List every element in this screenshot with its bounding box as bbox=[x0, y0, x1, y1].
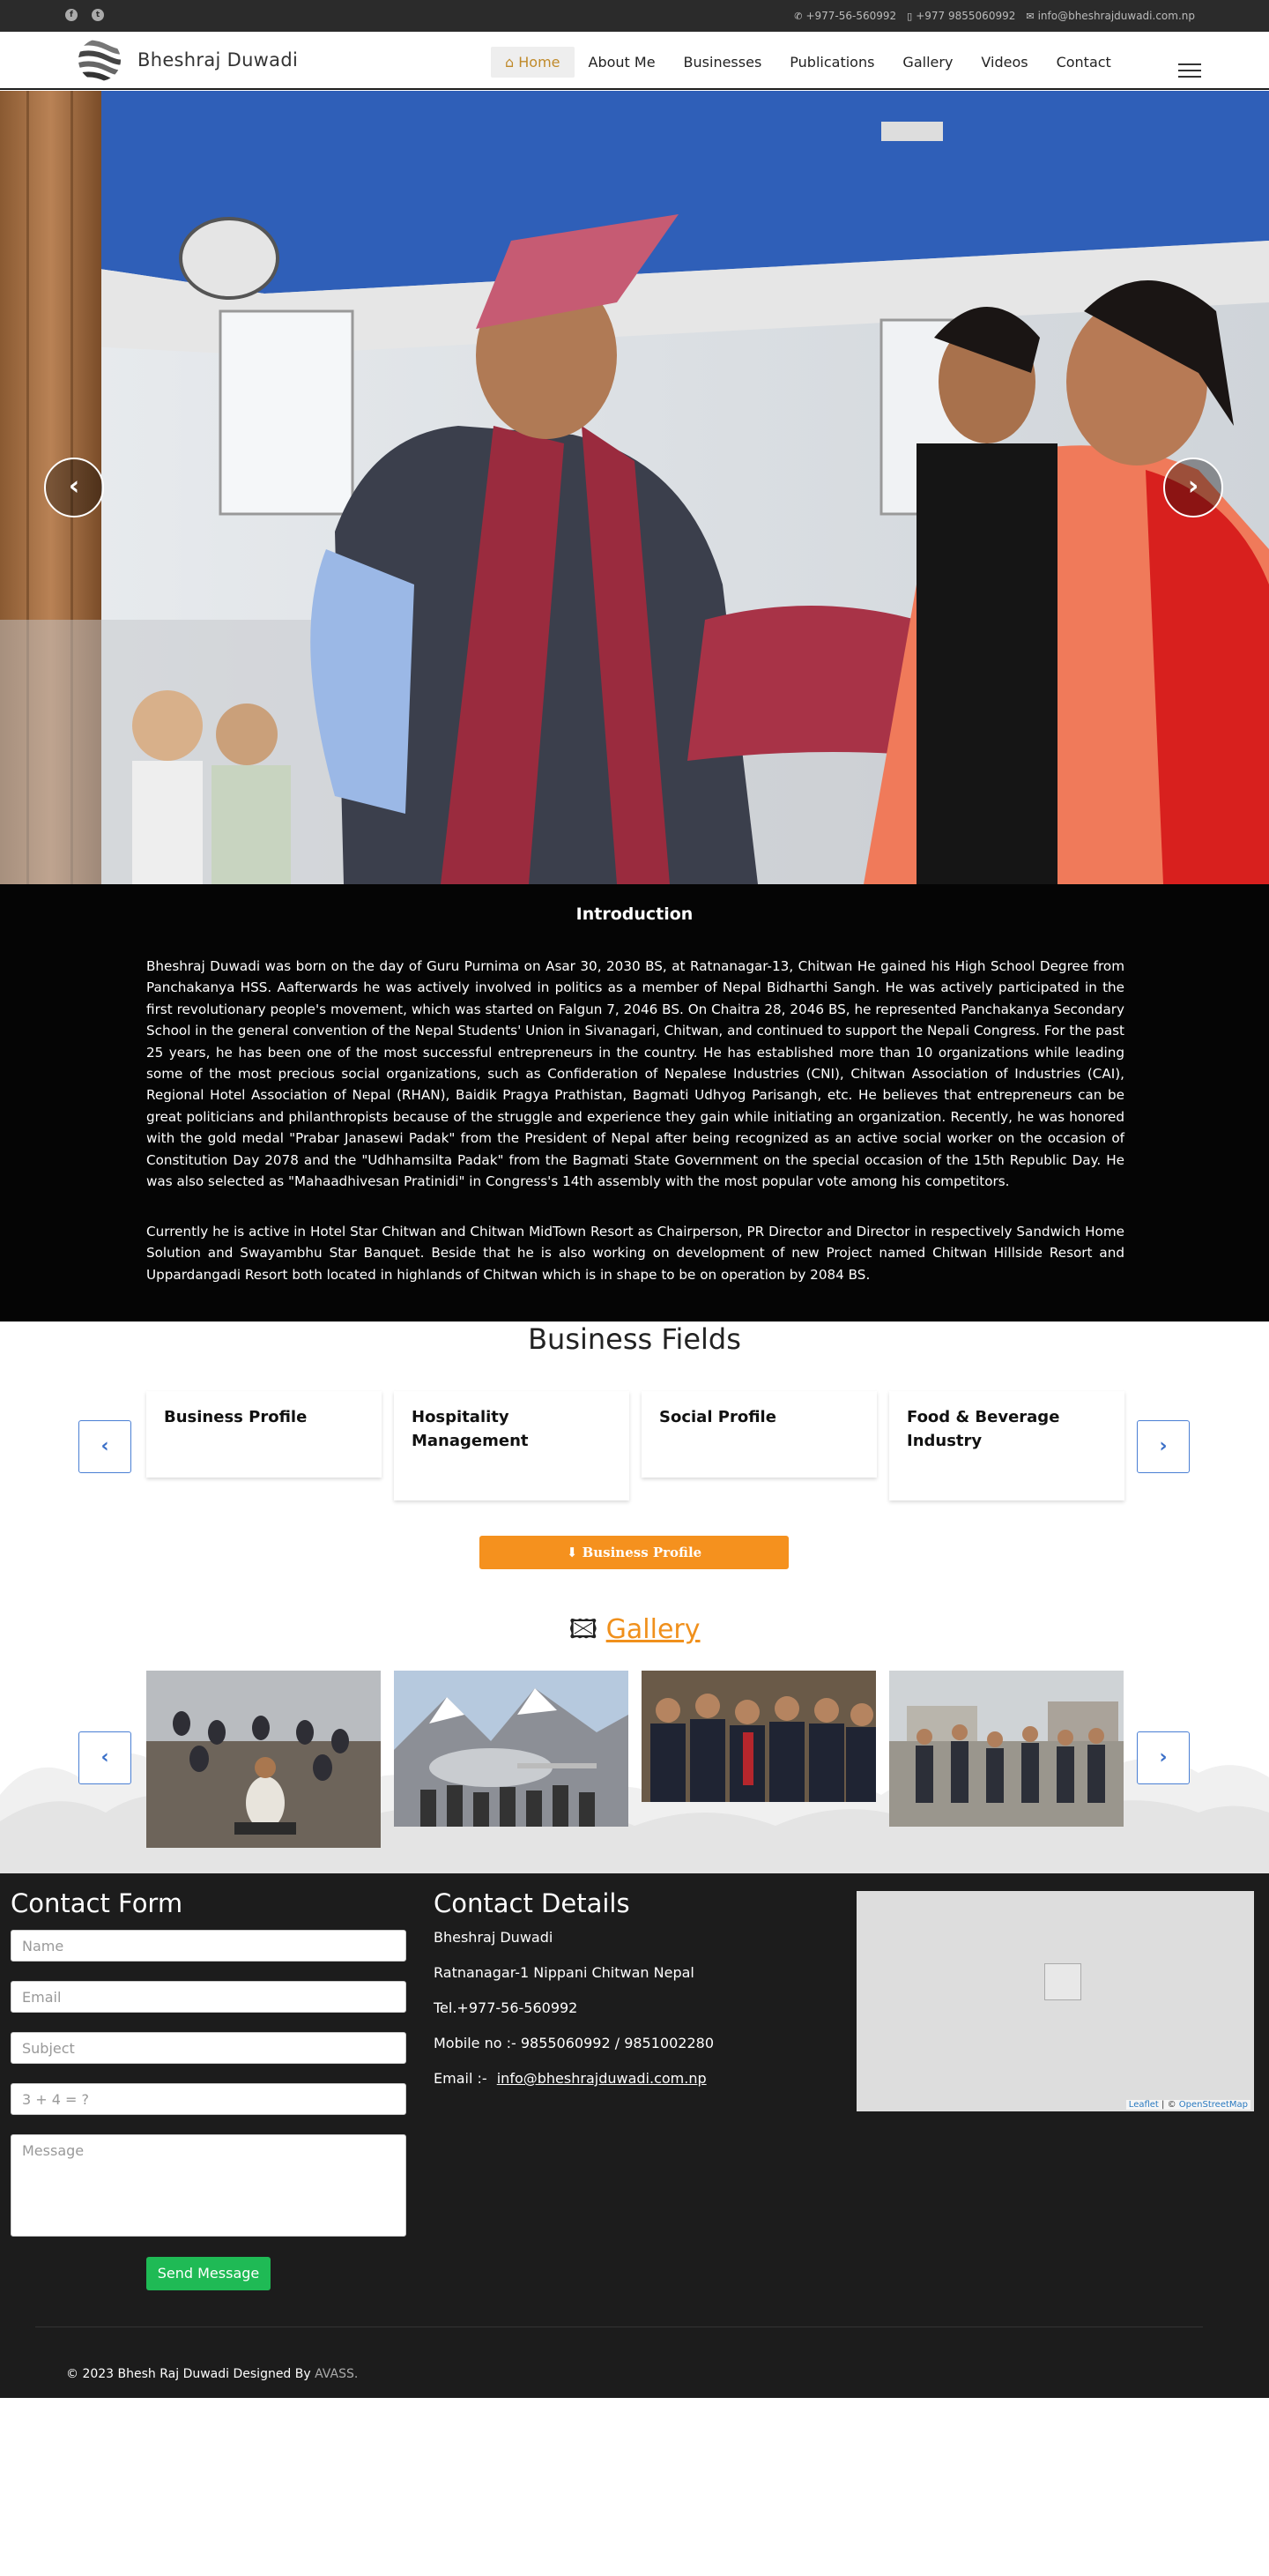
business-card-title: Food & Beverage Industry bbox=[907, 1408, 1060, 1450]
gallery-title-text: Gallery bbox=[605, 1614, 701, 1645]
download-icon: ⬇ bbox=[566, 1545, 583, 1560]
osm-link[interactable]: OpenStreetMap bbox=[1179, 2100, 1248, 2110]
footer-copyright: © 2023 Bhesh Raj Duwadi Designed By AVAS… bbox=[66, 2367, 358, 2381]
business-card-title: Hospitality Management bbox=[412, 1408, 529, 1450]
mail-icon: ✉ bbox=[1026, 11, 1035, 22]
menu-item-contact[interactable]: Contact bbox=[1043, 47, 1125, 78]
chevron-right-icon: › bbox=[1159, 1435, 1168, 1457]
download-button-label: Business Profile bbox=[582, 1545, 702, 1560]
introduction-paragraph-1: Bheshraj Duwadi was born on the day of G… bbox=[146, 958, 1124, 1190]
menu-label-home: Home bbox=[518, 54, 560, 71]
contact-name: Bheshraj Duwadi bbox=[434, 1929, 553, 1946]
footer: © 2023 Bhesh Raj Duwadi Designed By AVAS… bbox=[0, 2327, 1269, 2398]
home-icon: ⌂ bbox=[505, 54, 519, 71]
logo-mark-icon bbox=[78, 40, 121, 81]
contact-details-title: Contact Details bbox=[434, 1888, 630, 1918]
menu-item-gallery[interactable]: Gallery bbox=[888, 47, 967, 78]
message-textarea[interactable]: Message bbox=[11, 2134, 406, 2237]
top-mobile[interactable]: ▯ +977 9855060992 bbox=[907, 10, 1015, 22]
social-links: f t bbox=[65, 9, 104, 21]
gallery-prev-button[interactable]: ‹ bbox=[78, 1731, 131, 1784]
gallery-image-2[interactable] bbox=[394, 1671, 628, 1827]
business-card-hospitality[interactable]: Hospitality Management bbox=[394, 1391, 629, 1500]
top-phone-text: +977-56-560992 bbox=[805, 10, 897, 22]
business-card-food-beverage[interactable]: Food & Beverage Industry bbox=[889, 1391, 1124, 1500]
brand-logo[interactable]: Bheshraj Duwadi bbox=[72, 37, 298, 83]
business-prev-button[interactable]: ‹ bbox=[78, 1420, 131, 1473]
menu-item-about[interactable]: About Me bbox=[575, 47, 670, 78]
top-email[interactable]: ✉ info@bheshrajduwadi.com.np bbox=[1026, 10, 1195, 22]
hero-carousel: ‹ › bbox=[0, 91, 1269, 884]
introduction-paragraph-2: Currently he is active in Hotel Star Chi… bbox=[146, 1224, 1124, 1283]
menu-item-videos[interactable]: Videos bbox=[967, 47, 1042, 78]
footer-designer-link[interactable]: AVASS. bbox=[315, 2367, 358, 2381]
top-phone[interactable]: ✆ +977-56-560992 bbox=[794, 10, 896, 22]
contact-mobile: Mobile no :- 9855060992 / 9851002280 bbox=[434, 2035, 714, 2051]
phone-icon: ✆ bbox=[794, 11, 803, 22]
location-map[interactable]: Leaflet | © OpenStreetMap bbox=[857, 1891, 1254, 2111]
leaflet-link[interactable]: Leaflet bbox=[1129, 2100, 1159, 2110]
hero-next-button[interactable]: › bbox=[1163, 458, 1223, 517]
top-mobile-text: +977 9855060992 bbox=[916, 10, 1016, 22]
map-marker-icon[interactable] bbox=[1044, 1963, 1081, 2000]
send-message-button[interactable]: Send Message bbox=[146, 2257, 271, 2290]
gallery-next-button[interactable]: › bbox=[1137, 1731, 1190, 1784]
chevron-left-icon: ‹ bbox=[68, 471, 80, 502]
contact-email-row: Email :- info@bheshrajduwadi.com.np bbox=[434, 2070, 707, 2087]
captcha-input[interactable]: 3 + 4 = ? bbox=[11, 2083, 406, 2115]
top-contacts: ✆ +977-56-560992 ▯ +977 9855060992 ✉ info@b… bbox=[794, 10, 1195, 22]
business-fields-title: Business Fields bbox=[528, 1322, 741, 1356]
hero-prev-button[interactable]: ‹ bbox=[44, 458, 104, 517]
attribution-separator: | © bbox=[1161, 2100, 1176, 2110]
mobile-icon: ▯ bbox=[907, 11, 913, 22]
top-bar: f t ✆ +977-56-560992 ▯ +977 9855060992 ✉ in… bbox=[0, 0, 1269, 32]
contact-email-label: Email :- bbox=[434, 2070, 487, 2087]
menu-item-publications[interactable]: Publications bbox=[776, 47, 888, 78]
gallery-image-1[interactable] bbox=[146, 1671, 381, 1848]
email-input[interactable]: Email bbox=[11, 1981, 406, 2013]
facebook-icon[interactable]: f bbox=[65, 9, 78, 21]
map-attribution: Leaflet | © OpenStreetMap bbox=[1125, 2100, 1250, 2110]
main-menu: ⌂ Home About Me Businesses Publications … bbox=[491, 47, 1125, 78]
hamburger-menu-icon[interactable] bbox=[1178, 63, 1201, 79]
business-profile-download-button[interactable]: ⬇ Business Profile bbox=[479, 1536, 789, 1569]
gallery-title[interactable]: 🖾 Gallery bbox=[0, 1610, 1269, 1655]
twitter-icon[interactable]: t bbox=[92, 9, 104, 21]
footer-text: © 2023 Bhesh Raj Duwadi Designed By bbox=[66, 2367, 311, 2381]
top-email-text: info@bheshrajduwadi.com.np bbox=[1037, 10, 1195, 22]
contact-address: Ratnanagar-1 Nippani Chitwan Nepal bbox=[434, 1964, 694, 1981]
name-input[interactable]: Name bbox=[11, 1930, 406, 1962]
gallery-image-3[interactable] bbox=[642, 1671, 876, 1802]
images-icon: 🖾 bbox=[568, 1614, 598, 1645]
menu-item-home[interactable]: ⌂ Home bbox=[491, 47, 575, 78]
subject-input[interactable]: Subject bbox=[11, 2032, 406, 2064]
chevron-right-icon: › bbox=[1159, 1746, 1168, 1768]
introduction-section: Introduction Bheshraj Duwadi was born on… bbox=[0, 884, 1269, 1322]
brand-name: Bheshraj Duwadi bbox=[137, 49, 299, 71]
business-card-business-profile[interactable]: Business Profile bbox=[146, 1391, 382, 1478]
business-card-title: Social Profile bbox=[659, 1408, 776, 1426]
business-next-button[interactable]: › bbox=[1137, 1420, 1190, 1473]
hero-photo bbox=[0, 91, 1269, 884]
business-card-social-profile[interactable]: Social Profile bbox=[642, 1391, 877, 1478]
menu-item-businesses[interactable]: Businesses bbox=[670, 47, 776, 78]
chevron-right-icon: › bbox=[1187, 471, 1199, 502]
chevron-left-icon: ‹ bbox=[100, 1746, 109, 1768]
gallery-image-4[interactable] bbox=[889, 1671, 1124, 1827]
contact-form-title: Contact Form bbox=[11, 1888, 183, 1918]
contact-email-link[interactable]: info@bheshrajduwadi.com.np bbox=[497, 2070, 707, 2087]
business-card-title: Business Profile bbox=[164, 1408, 308, 1426]
introduction-title: Introduction bbox=[575, 905, 694, 924]
chevron-left-icon: ‹ bbox=[100, 1435, 109, 1457]
main-navbar: Bheshraj Duwadi ⌂ Home About Me Business… bbox=[0, 32, 1269, 90]
contact-tel: Tel.+977-56-560992 bbox=[434, 1999, 578, 2016]
